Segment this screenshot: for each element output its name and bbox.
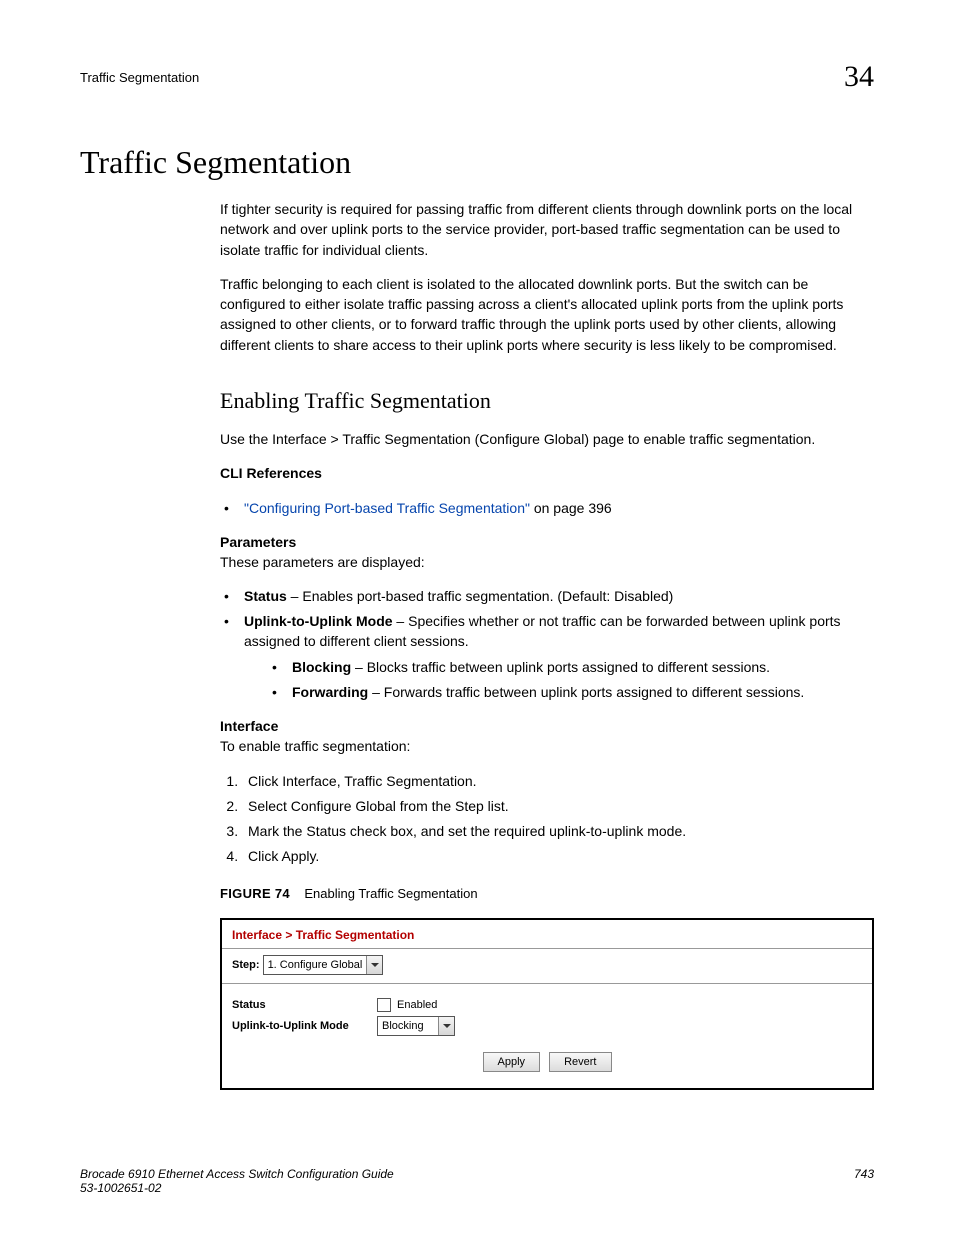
param-status-desc: – Enables port-based traffic segmentatio… [287,588,674,604]
step-4: Click Apply. [242,846,874,866]
screenshot-breadcrumb: Interface > Traffic Segmentation [222,920,872,949]
uplink-mode-label: Uplink-to-Uplink Mode [232,1020,377,1032]
step-dropdown-value: 1. Configure Global [264,956,367,974]
step-1: Click Interface, Traffic Segmentation. [242,771,874,791]
param-uplink-name: Uplink-to-Uplink Mode [244,613,393,629]
param-forwarding: Forwarding – Forwards traffic between up… [268,682,874,702]
param-blocking: Blocking – Blocks traffic between uplink… [268,657,874,677]
section-heading: Enabling Traffic Segmentation [220,385,874,417]
step-3: Mark the Status check box, and set the r… [242,821,874,841]
figure-label: FIGURE 74 [220,886,290,901]
uplink-mode-dropdown[interactable]: Blocking [377,1016,455,1036]
intro-paragraph-2: Traffic belonging to each client is isol… [220,274,874,355]
status-checkbox-label: Enabled [397,999,437,1011]
screenshot-panel: Interface > Traffic Segmentation Step: 1… [220,918,874,1090]
chevron-down-icon [443,1024,451,1028]
step-label: Step: [232,959,260,971]
param-blocking-name: Blocking [292,659,351,675]
param-forwarding-name: Forwarding [292,684,368,700]
parameters-intro: These parameters are displayed: [220,554,425,570]
step-dropdown[interactable]: 1. Configure Global [263,955,384,975]
section-lead: Use the Interface > Traffic Segmentation… [220,429,874,449]
param-forwarding-desc: – Forwards traffic between uplink ports … [368,684,804,700]
status-checkbox[interactable] [377,998,391,1012]
param-status-name: Status [244,588,287,604]
cli-references-heading: CLI References [220,465,322,481]
cli-reference-item: "Configuring Port-based Traffic Segmenta… [220,498,874,518]
cli-reference-link[interactable]: "Configuring Port-based Traffic Segmenta… [244,500,530,516]
interface-heading: Interface [220,718,278,734]
chevron-down-icon [371,963,379,967]
param-uplink: Uplink-to-Uplink Mode – Specifies whethe… [220,611,874,702]
interface-intro: To enable traffic segmentation: [220,738,410,754]
parameters-heading: Parameters [220,534,296,550]
running-header-title: Traffic Segmentation [80,70,199,85]
footer-doc-number: 53-1002651-02 [80,1181,394,1195]
cli-reference-suffix: on page 396 [530,500,612,516]
uplink-mode-dropdown-button[interactable] [438,1017,454,1035]
uplink-mode-value: Blocking [378,1017,438,1035]
figure-title: Enabling Traffic Segmentation [304,886,477,901]
page-title: Traffic Segmentation [80,144,874,181]
intro-paragraph-1: If tighter security is required for pass… [220,199,874,260]
apply-button[interactable]: Apply [483,1052,541,1072]
footer-guide-title: Brocade 6910 Ethernet Access Switch Conf… [80,1167,394,1181]
chapter-number: 34 [844,60,874,94]
step-2: Select Configure Global from the Step li… [242,796,874,816]
param-status: Status – Enables port-based traffic segm… [220,586,874,606]
footer-page-number: 743 [854,1167,874,1195]
step-dropdown-button[interactable] [366,956,382,974]
revert-button[interactable]: Revert [549,1052,611,1072]
param-blocking-desc: – Blocks traffic between uplink ports as… [351,659,770,675]
status-label: Status [232,999,377,1011]
